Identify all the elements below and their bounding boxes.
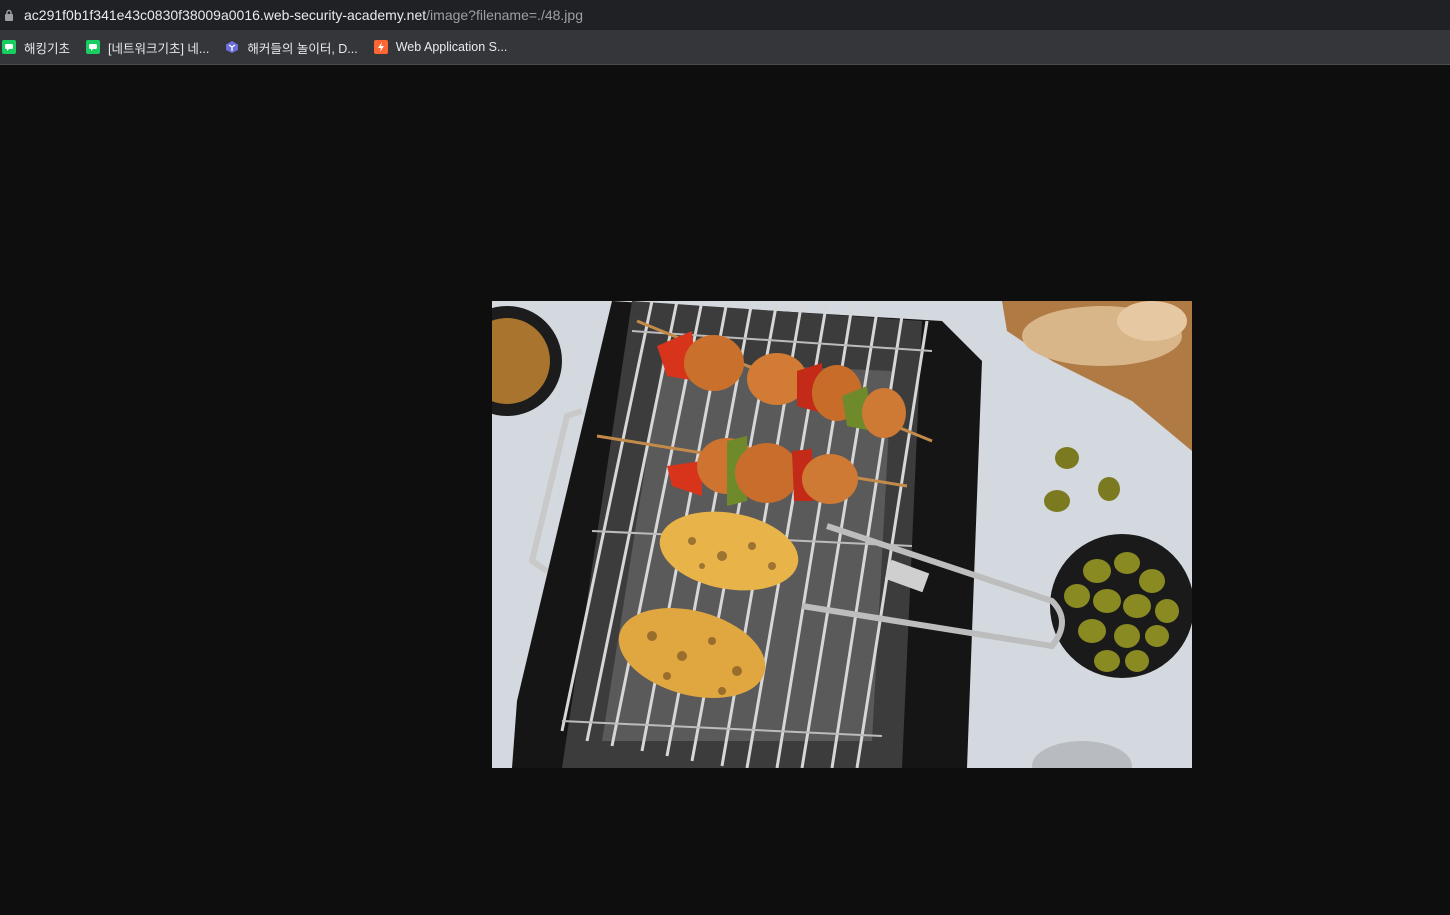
url-path: /image?filename=./48.jpg bbox=[426, 7, 583, 23]
green-chat-icon bbox=[2, 40, 16, 54]
bookmark-label: 해커들의 놀이터, D... bbox=[247, 41, 358, 56]
image-viewer bbox=[0, 66, 1450, 915]
bookmark-web-application-security[interactable]: Web Application S... bbox=[373, 40, 508, 54]
bookmark-label: 해킹기초 bbox=[24, 41, 71, 56]
grill-photo-graphic bbox=[492, 301, 1192, 768]
green-chat-icon bbox=[86, 40, 101, 54]
bookmark-label: Web Application S... bbox=[395, 40, 508, 54]
bookmark-label: [네트워크기초] 네... bbox=[108, 41, 210, 56]
portswigger-icon bbox=[373, 40, 388, 54]
bookmarks-bar: 해킹기초 [네트워크기초] 네... 해커들의 놀이터, D... Web Ap… bbox=[0, 30, 1450, 65]
dreamhack-icon bbox=[226, 41, 239, 53]
address-bar[interactable]: ac291f0b1f341e43c0830f38009a0016.web-sec… bbox=[0, 0, 1450, 30]
bookmark-dreamhack[interactable]: 해커들의 놀이터, D... bbox=[225, 38, 358, 57]
grill-photo[interactable] bbox=[492, 301, 1192, 768]
bookmark-hacking-basics[interactable]: 해킹기초 bbox=[2, 38, 70, 57]
lock-icon[interactable] bbox=[4, 9, 14, 21]
url-host: ac291f0b1f341e43c0830f38009a0016.web-sec… bbox=[24, 7, 427, 23]
bookmark-network-basics[interactable]: [네트워크기초] 네... bbox=[86, 38, 209, 57]
